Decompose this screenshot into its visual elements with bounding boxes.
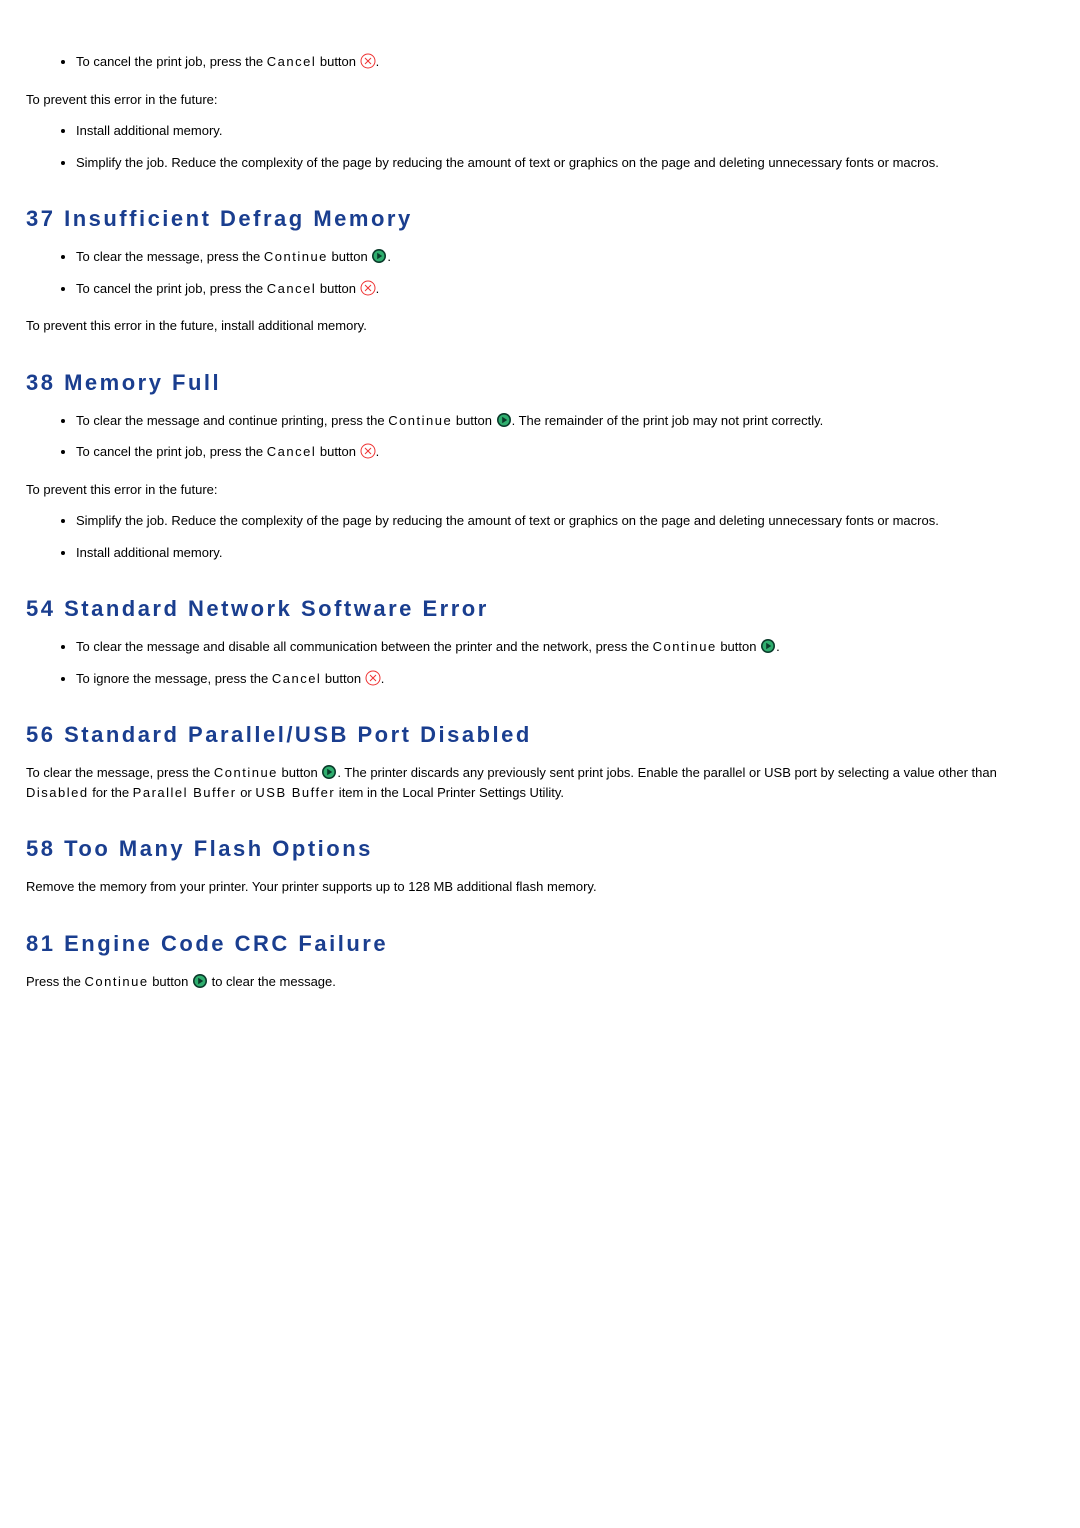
text: . The printer discards any previously se… (337, 765, 997, 780)
text: . (387, 249, 391, 264)
heading-38: 38 Memory Full (26, 366, 1054, 399)
cancel-label: Cancel (267, 281, 316, 296)
section-54-list: To clear the message and disable all com… (26, 637, 1054, 688)
paragraph: Press the Continue button to clear the m… (26, 972, 1054, 992)
list-item: Install additional memory. (76, 121, 1054, 141)
text: button (278, 765, 318, 780)
text: To clear the message and disable all com… (76, 639, 653, 654)
text: . (776, 639, 780, 654)
continue-label: Continue (214, 765, 278, 780)
paragraph: To prevent this error in the future: (26, 90, 1054, 110)
paragraph: To prevent this error in the future: (26, 480, 1054, 500)
text: button (316, 444, 356, 459)
list-item: To cancel the print job, press the Cance… (76, 52, 1054, 72)
cancel-icon (360, 443, 376, 459)
text: button (452, 413, 492, 428)
continue-label: Continue (653, 639, 717, 654)
text: Press the (26, 974, 85, 989)
continue-label: Continue (264, 249, 328, 264)
cancel-icon (365, 670, 381, 686)
list-item: Simplify the job. Reduce the complexity … (76, 511, 1054, 531)
text: button (149, 974, 189, 989)
text: To clear the message and continue printi… (76, 413, 388, 428)
text: . (376, 54, 380, 69)
section-37-list: To clear the message, press the Continue… (26, 247, 1054, 298)
top-bullet-list: To cancel the print job, press the Cance… (26, 52, 1054, 72)
list-item: Install additional memory. (76, 543, 1054, 563)
list-item: To clear the message and disable all com… (76, 637, 1054, 657)
text: button (316, 281, 356, 296)
heading-58: 58 Too Many Flash Options (26, 832, 1054, 865)
paragraph: To prevent this error in the future, ins… (26, 316, 1054, 336)
text: button (321, 671, 361, 686)
list-item: Simplify the job. Reduce the complexity … (76, 153, 1054, 173)
continue-icon (192, 973, 208, 989)
heading-81: 81 Engine Code CRC Failure (26, 927, 1054, 960)
continue-label: Continue (85, 974, 149, 989)
text: To cancel the print job, press the (76, 444, 267, 459)
text: To ignore the message, press the (76, 671, 272, 686)
list-item: To cancel the print job, press the Cance… (76, 442, 1054, 462)
text: To clear the message, press the (76, 249, 264, 264)
text: To cancel the print job, press the (76, 281, 267, 296)
text: button (316, 54, 356, 69)
text: . (376, 281, 380, 296)
cancel-label: Cancel (272, 671, 321, 686)
cancel-icon (360, 53, 376, 69)
text: button (717, 639, 757, 654)
text: item in the Local Printer Settings Utili… (335, 785, 564, 800)
section-38-list: To clear the message and continue printi… (26, 411, 1054, 462)
cancel-label: Cancel (267, 54, 316, 69)
paragraph: Remove the memory from your printer. You… (26, 877, 1054, 897)
heading-56: 56 Standard Parallel/USB Port Disabled (26, 718, 1054, 751)
continue-icon (760, 638, 776, 654)
cancel-icon (360, 280, 376, 296)
parallel-buffer-label: Parallel Buffer (133, 785, 237, 800)
cancel-label: Cancel (267, 444, 316, 459)
paragraph: To clear the message, press the Continue… (26, 763, 1054, 802)
continue-icon (321, 764, 337, 780)
text: To clear the message, press the (26, 765, 214, 780)
prevent-list-1: Install additional memory. Simplify the … (26, 121, 1054, 172)
text: . (381, 671, 385, 686)
section-38-prevent-list: Simplify the job. Reduce the complexity … (26, 511, 1054, 562)
text: button (328, 249, 368, 264)
disabled-label: Disabled (26, 785, 89, 800)
text: to clear the message. (208, 974, 336, 989)
usb-buffer-label: USB Buffer (255, 785, 335, 800)
text: for the (89, 785, 133, 800)
heading-37: 37 Insufficient Defrag Memory (26, 202, 1054, 235)
continue-icon (496, 412, 512, 428)
heading-54: 54 Standard Network Software Error (26, 592, 1054, 625)
list-item: To cancel the print job, press the Cance… (76, 279, 1054, 299)
list-item: To clear the message and continue printi… (76, 411, 1054, 431)
list-item: To ignore the message, press the Cancel … (76, 669, 1054, 689)
text: or (237, 785, 256, 800)
text: To cancel the print job, press the (76, 54, 267, 69)
list-item: To clear the message, press the Continue… (76, 247, 1054, 267)
continue-icon (371, 248, 387, 264)
text: . (376, 444, 380, 459)
continue-label: Continue (388, 413, 452, 428)
text: . The remainder of the print job may not… (512, 413, 824, 428)
